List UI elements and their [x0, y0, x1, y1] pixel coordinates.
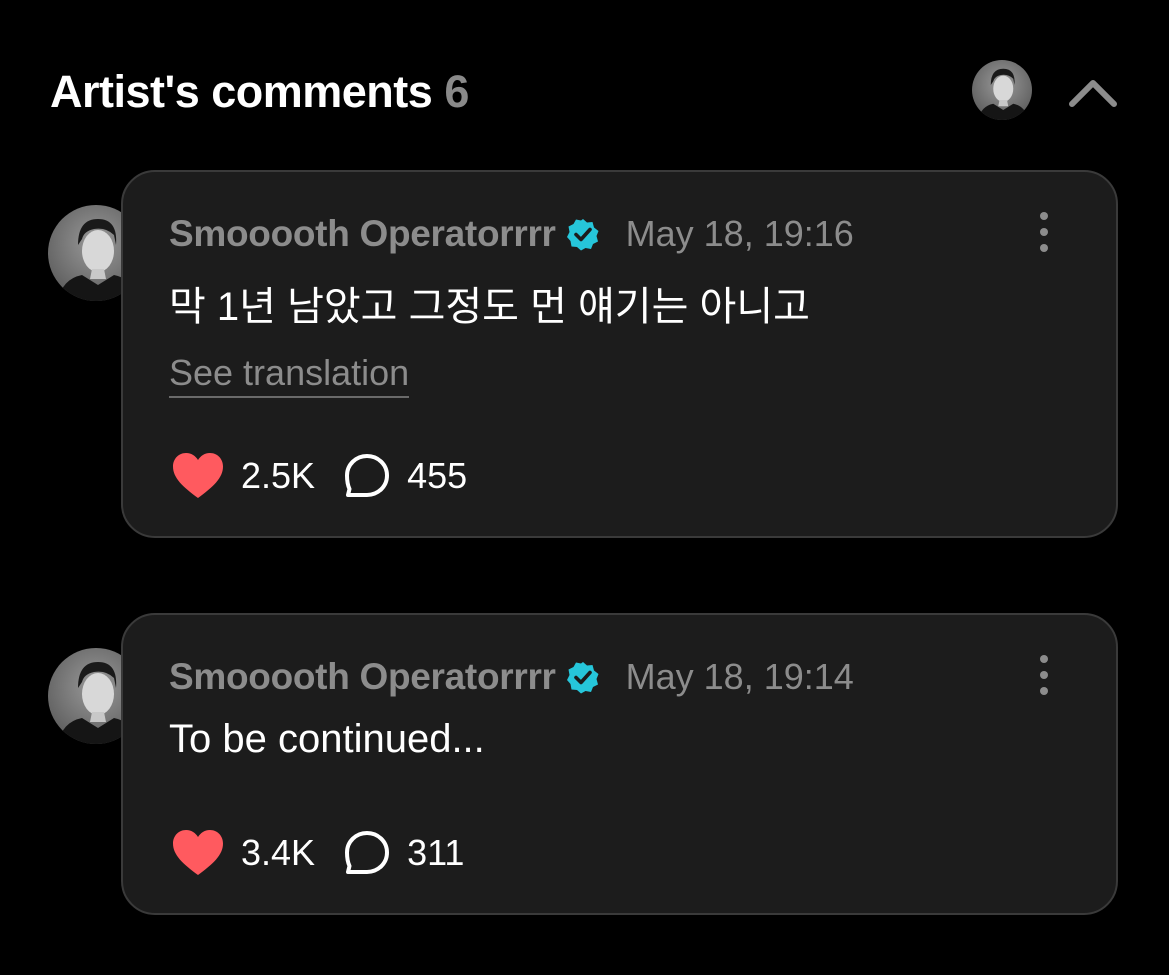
- comment-count: 6: [444, 66, 469, 117]
- heart-icon: [173, 453, 223, 498]
- comment-actions: 2.5K 455: [171, 450, 467, 502]
- more-vertical-icon: [1040, 655, 1048, 695]
- comment-text: 막 1년 남았고 그정도 먼 얘기는 아니고: [169, 285, 810, 329]
- reply-count: 311: [407, 832, 465, 873]
- speech-bubble-icon: [345, 454, 390, 497]
- like-button[interactable]: 3.4K: [171, 828, 315, 878]
- like-button[interactable]: 2.5K: [171, 451, 315, 501]
- section-title: Artist's comments 6: [50, 66, 469, 118]
- more-options-button[interactable]: [1024, 653, 1064, 697]
- collapse-button[interactable]: [1066, 66, 1120, 114]
- comment-actions: 3.4K 311: [171, 827, 464, 879]
- comment-card: Smooooth Operatorrrr May 18, 19:14 To be…: [121, 613, 1118, 915]
- see-translation-link[interactable]: See translation: [169, 352, 410, 398]
- comment-meta: Smooooth Operatorrrr May 18, 19:16: [169, 212, 854, 256]
- speech-bubble-icon: [345, 831, 390, 874]
- reply-button[interactable]: 311: [343, 829, 464, 877]
- author-name[interactable]: Smooooth Operatorrrr: [169, 213, 556, 255]
- comment-date: May 18, 19:14: [625, 656, 854, 697]
- more-options-button[interactable]: [1024, 210, 1064, 254]
- heart-icon: [173, 830, 223, 875]
- comment-card: Smooooth Operatorrrr May 18, 19:16 막 1년 …: [121, 170, 1118, 538]
- comments-header: Artist's comments 6: [50, 60, 1130, 124]
- verified-badge-icon: [566, 662, 599, 694]
- artist-avatar[interactable]: [972, 60, 1032, 120]
- avatar-image: [972, 60, 1032, 120]
- reply-button[interactable]: 455: [343, 452, 467, 500]
- more-vertical-icon: [1040, 212, 1048, 252]
- section-title-text: Artist's comments: [50, 66, 433, 117]
- verified-badge-icon: [566, 219, 599, 251]
- chevron-up-icon: [1069, 80, 1117, 107]
- comment-meta: Smooooth Operatorrrr May 18, 19:14: [169, 655, 854, 699]
- like-count: 2.5K: [241, 455, 316, 496]
- like-count: 3.4K: [241, 832, 316, 873]
- reply-count: 455: [407, 455, 468, 496]
- author-name[interactable]: Smooooth Operatorrrr: [169, 656, 556, 698]
- comment-text: To be continued...: [169, 717, 485, 761]
- comment-date: May 18, 19:16: [625, 213, 854, 254]
